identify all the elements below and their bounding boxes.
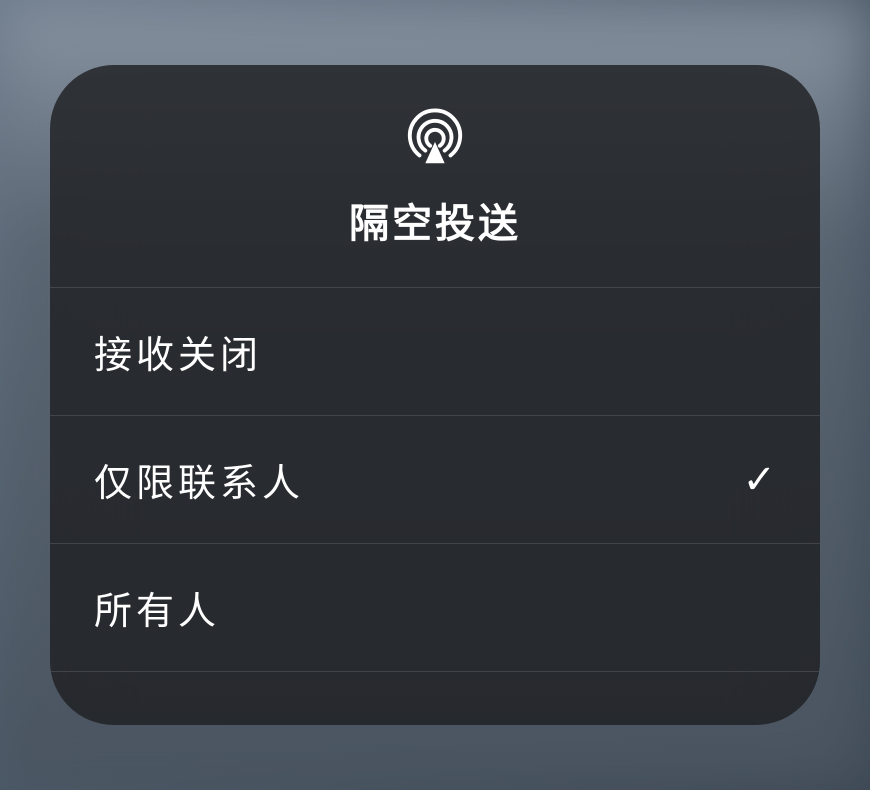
checkmark-icon: ✓ <box>742 457 776 503</box>
panel-title: 隔空投送 <box>349 191 521 249</box>
option-label: 接收关闭 <box>94 324 262 379</box>
panel-header: 隔空投送 <box>50 65 820 288</box>
options-list: 接收关闭 ✓ 仅限联系人 ✓ 所有人 ✓ <box>50 288 820 672</box>
option-label: 仅限联系人 <box>94 452 304 507</box>
option-label: 所有人 <box>94 580 220 635</box>
option-everyone[interactable]: 所有人 ✓ <box>50 544 820 672</box>
airdrop-settings-panel: 隔空投送 接收关闭 ✓ 仅限联系人 ✓ 所有人 ✓ <box>50 65 820 725</box>
option-contacts-only[interactable]: 仅限联系人 ✓ <box>50 416 820 544</box>
airdrop-icon <box>404 107 466 169</box>
option-receiving-off[interactable]: 接收关闭 ✓ <box>50 288 820 416</box>
